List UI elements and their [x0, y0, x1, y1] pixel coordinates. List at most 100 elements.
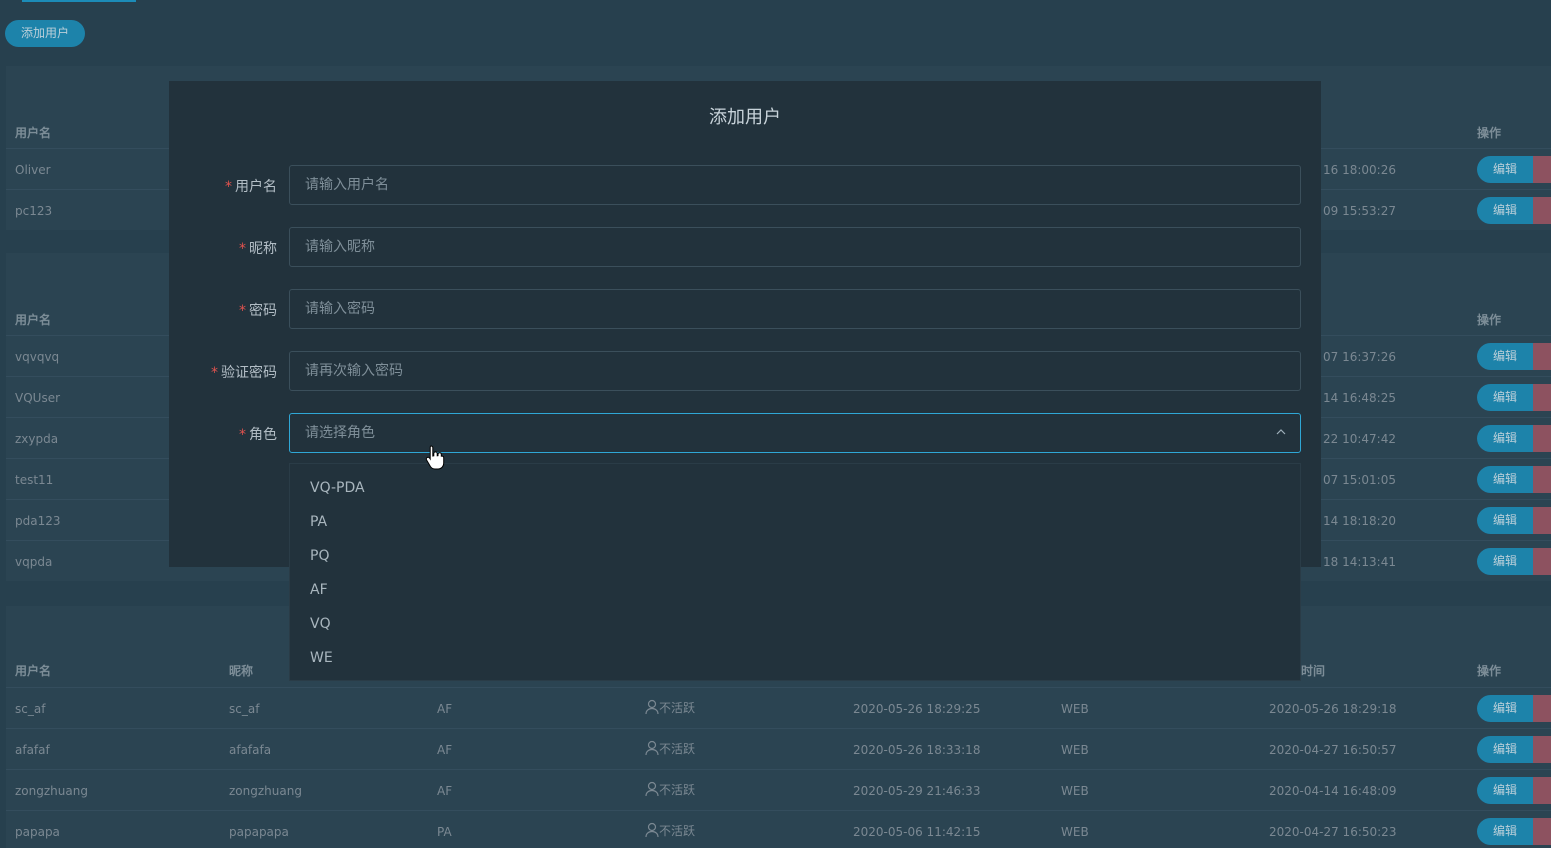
chevron-up-icon: [1276, 429, 1286, 435]
nickname-input[interactable]: 请输入昵称: [289, 227, 1301, 267]
role-option-vq[interactable]: VQ: [310, 616, 331, 632]
column-header-actions: 操作: [1477, 126, 1502, 140]
cell-time: 18 14:13:41: [1323, 555, 1396, 569]
active-tab-indicator: [22, 0, 136, 2]
cell-nickname: afafafa: [229, 743, 272, 757]
edit-button[interactable]: 编辑: [1477, 818, 1533, 845]
cell-time: 14 16:48:25: [1323, 391, 1396, 405]
cell-status: 不活跃: [645, 781, 695, 798]
required-mark: *: [239, 427, 246, 443]
delete-button[interactable]: [1533, 548, 1551, 575]
status-text: 不活跃: [659, 783, 696, 797]
cell-username: vqvqvq: [15, 350, 60, 364]
cell-username: papapa: [15, 825, 60, 839]
cell-time: 14 18:18:20: [1323, 514, 1396, 528]
cell-updated: 2020-05-26 18:29:18: [1269, 702, 1397, 716]
table-row: afafaf afafafa AF 不活跃 2020-05-26 18:33:1…: [6, 728, 1551, 769]
cell-role: AF: [437, 702, 453, 716]
cell-role: AF: [437, 784, 453, 798]
delete-button[interactable]: [1533, 156, 1551, 183]
edit-button[interactable]: 编辑: [1477, 736, 1533, 763]
column-header-actions: 操作: [1477, 664, 1502, 678]
cell-username: VQUser: [15, 391, 61, 405]
user-icon: [645, 781, 659, 797]
delete-button[interactable]: [1533, 425, 1551, 452]
cell-time: 16 18:00:26: [1323, 163, 1396, 177]
cell-created: 2020-05-06 11:42:15: [853, 825, 981, 839]
column-header-username: 用户名: [15, 126, 52, 140]
password-label: * 密码: [239, 303, 277, 319]
edit-button[interactable]: 编辑: [1477, 548, 1533, 575]
delete-button[interactable]: [1533, 736, 1551, 763]
delete-button[interactable]: [1533, 466, 1551, 493]
table-row: papapa papapapa PA 不活跃 2020-05-06 11:42:…: [6, 810, 1551, 848]
edit-button[interactable]: 编辑: [1477, 343, 1533, 370]
table-row: sc_af sc_af AF 不活跃 2020-05-26 18:29:25 W…: [6, 687, 1551, 728]
delete-button[interactable]: [1533, 384, 1551, 411]
role-option-vq-pda[interactable]: VQ-PDA: [310, 480, 365, 496]
delete-button[interactable]: [1533, 343, 1551, 370]
cell-time: 07 16:37:26: [1323, 350, 1396, 364]
add-user-button[interactable]: 添加用户: [5, 20, 85, 47]
required-mark: *: [225, 179, 232, 195]
delete-button[interactable]: [1533, 507, 1551, 534]
hand-cursor-icon: [425, 445, 445, 470]
cell-username: pda123: [15, 514, 61, 528]
password-input[interactable]: 请输入密码: [289, 289, 1301, 329]
status-text: 不活跃: [659, 742, 696, 756]
user-icon: [645, 822, 659, 838]
role-option-af[interactable]: AF: [310, 582, 328, 598]
username-label: * 用户名: [225, 179, 277, 195]
delete-button[interactable]: [1533, 777, 1551, 804]
cell-updated: 2020-04-14 16:48:09: [1269, 784, 1397, 798]
user-icon: [645, 740, 659, 756]
table-row: zongzhuang zongzhuang AF 不活跃 2020-05-29 …: [6, 769, 1551, 810]
confirm-password-input[interactable]: 请再次输入密码: [289, 351, 1301, 391]
cell-username: vqpda: [15, 555, 53, 569]
column-header-nickname: 昵称: [229, 664, 254, 678]
edit-button[interactable]: 编辑: [1477, 695, 1533, 722]
role-option-we[interactable]: WE: [310, 650, 333, 666]
cell-time: 09 15:53:27: [1323, 204, 1396, 218]
role-label: * 角色: [239, 427, 277, 443]
user-icon: [645, 699, 659, 715]
cell-updated: 2020-04-27 16:50:23: [1269, 825, 1397, 839]
role-option-pq[interactable]: PQ: [310, 548, 329, 564]
cell-platform: WEB: [1061, 702, 1089, 716]
role-select-placeholder: 请选择角色: [305, 425, 375, 441]
delete-button[interactable]: [1533, 197, 1551, 224]
confirm-password-label: * 验证密码: [211, 365, 277, 381]
role-dropdown-menu: VQ-PDA PA PQ AF VQ WE: [289, 463, 1301, 681]
cell-status: 不活跃: [645, 699, 695, 716]
cell-username: pc123: [15, 204, 53, 218]
column-header-time: 时间: [1301, 664, 1326, 678]
cell-time: 07 15:01:05: [1323, 473, 1396, 487]
cell-created: 2020-05-29 21:46:33: [853, 784, 981, 798]
edit-button[interactable]: 编辑: [1477, 197, 1533, 224]
cell-nickname: zongzhuang: [229, 784, 302, 798]
column-header-username: 用户名: [15, 664, 52, 678]
cell-created: 2020-05-26 18:29:25: [853, 702, 981, 716]
role-option-pa[interactable]: PA: [310, 514, 327, 530]
column-header-actions: 操作: [1477, 313, 1502, 327]
cell-username: test11: [15, 473, 54, 487]
edit-button[interactable]: 编辑: [1477, 425, 1533, 452]
dialog-title: 添加用户: [709, 107, 781, 128]
edit-button[interactable]: 编辑: [1477, 507, 1533, 534]
edit-button[interactable]: 编辑: [1477, 156, 1533, 183]
required-mark: *: [211, 365, 218, 381]
edit-button[interactable]: 编辑: [1477, 384, 1533, 411]
required-mark: *: [239, 303, 246, 319]
edit-button[interactable]: 编辑: [1477, 466, 1533, 493]
delete-button[interactable]: [1533, 818, 1551, 845]
required-mark: *: [239, 241, 246, 257]
cell-role: AF: [437, 743, 453, 757]
delete-button[interactable]: [1533, 695, 1551, 722]
cell-platform: WEB: [1061, 784, 1089, 798]
cell-username: zongzhuang: [15, 784, 88, 798]
cell-created: 2020-05-26 18:33:18: [853, 743, 981, 757]
cell-username: afafaf: [15, 743, 50, 757]
edit-button[interactable]: 编辑: [1477, 777, 1533, 804]
column-header-username: 用户名: [15, 313, 52, 327]
username-input[interactable]: 请输入用户名: [289, 165, 1301, 205]
